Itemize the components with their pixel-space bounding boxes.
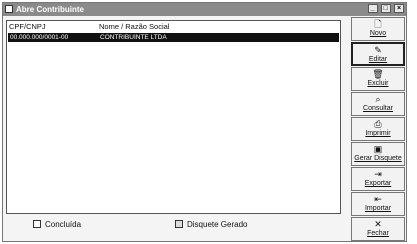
list-header: CPF/CNPJ Nome / Razão Social <box>7 21 340 32</box>
minimize-button[interactable]: _ <box>367 4 378 13</box>
column-header-cpf[interactable]: CPF/CNPJ <box>9 21 46 32</box>
column-header-name[interactable]: Nome / Razão Social <box>99 21 169 32</box>
edit-button[interactable]: ✎ Editar <box>351 42 405 66</box>
cell-cpf: 00.000.000/0001-00 <box>10 34 69 41</box>
printer-icon: ⎙ <box>374 119 382 129</box>
new-button[interactable]: 🗋 Novo <box>351 17 405 41</box>
import-icon: ⇤ <box>374 194 382 204</box>
title-bar[interactable]: Abre Contribuinte _ □ × <box>3 3 406 16</box>
maximize-button[interactable]: □ <box>380 4 391 13</box>
export-button[interactable]: ⇥ Exportar <box>351 167 405 191</box>
consult-button[interactable]: ⌕ Consultar <box>351 92 405 116</box>
main-window: Abre Contribuinte _ □ × CPF/CNPJ Nome / … <box>2 2 407 242</box>
trash-icon: 🗑 <box>372 69 384 79</box>
taxpayer-list[interactable]: CPF/CNPJ Nome / Razão Social 00.000.000/… <box>6 20 341 214</box>
import-button[interactable]: ⇤ Importar <box>351 192 405 216</box>
legend-disquete: Disquete Gerado <box>175 220 247 229</box>
close-icon: ✕ <box>374 219 382 229</box>
app-icon <box>5 5 13 13</box>
legend-swatch-icon <box>175 220 183 228</box>
window-title: Abre Contribuinte <box>16 5 84 14</box>
list-item-selected[interactable]: 00.000.000/0001-00 CONTRIBUINTE LTDA <box>8 33 339 42</box>
cell-name: CONTRIBUINTE LTDA <box>100 34 167 41</box>
print-button[interactable]: ⎙ Imprimir <box>351 117 405 141</box>
edit-icon: ✎ <box>374 45 382 55</box>
close-window-button[interactable]: × <box>394 4 404 13</box>
close-button[interactable]: ✕ Fechar <box>351 217 405 241</box>
export-icon: ⇥ <box>374 169 382 179</box>
generate-disk-button[interactable]: ▣ Gerar Disquete <box>351 142 405 166</box>
new-doc-icon: 🗋 <box>374 19 382 29</box>
legend-swatch-icon <box>33 220 41 228</box>
delete-button[interactable]: 🗑 Excluir <box>351 67 405 91</box>
search-icon: ⌕ <box>375 94 381 104</box>
legend-label: Disquete Gerado <box>187 220 248 229</box>
window-controls: _ □ × <box>367 4 404 17</box>
legend-label: Concluída <box>45 220 82 229</box>
legend-concluida: Concluída <box>33 220 81 229</box>
disk-icon: ▣ <box>373 144 383 154</box>
